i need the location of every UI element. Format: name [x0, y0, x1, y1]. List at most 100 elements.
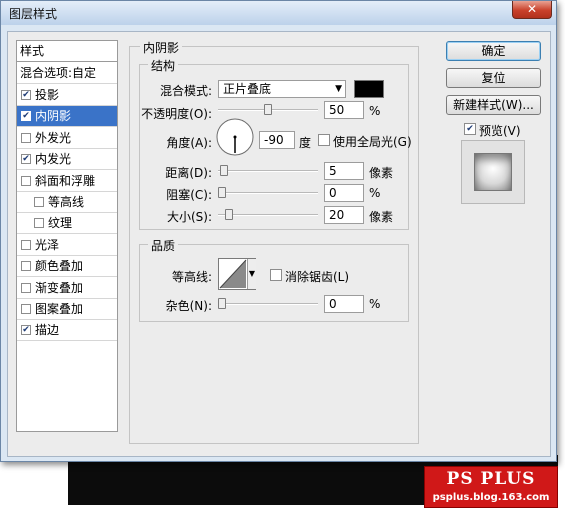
style-item-label: 纹理 — [48, 216, 73, 231]
preview-checkbox[interactable]: ✔ — [464, 123, 476, 135]
preview-label[interactable]: 预览(V) — [479, 122, 521, 139]
style-item-checkbox[interactable] — [21, 304, 31, 314]
style-item-checkbox[interactable] — [21, 282, 31, 293]
style-item[interactable]: 外发光 — [17, 128, 117, 149]
style-item-label: 斜面和浮雕 — [35, 173, 96, 188]
quality-title: 品质 — [148, 237, 179, 254]
style-item-label: 颜色叠加 — [35, 259, 84, 274]
angle-dial[interactable] — [215, 117, 255, 157]
style-item-label: 渐变叠加 — [35, 280, 84, 295]
style-item-checkbox[interactable] — [34, 197, 44, 207]
style-item[interactable]: 图案叠加 — [17, 299, 117, 320]
chevron-down-icon: ▼ — [248, 269, 256, 278]
style-item[interactable]: 斜面和浮雕 — [17, 171, 117, 192]
distance-unit: 像素 — [369, 166, 394, 180]
style-item-label: 图案叠加 — [35, 302, 84, 316]
angle-input[interactable]: -90 — [259, 131, 295, 149]
style-item-checkbox[interactable] — [34, 218, 44, 229]
structure-title: 结构 — [148, 57, 179, 74]
antialias-checkbox[interactable] — [270, 269, 282, 281]
noise-input[interactable]: 0 — [324, 295, 364, 313]
size-slider[interactable] — [218, 209, 318, 221]
styles-list-header[interactable]: 样式 — [17, 41, 117, 62]
angle-unit: 度 — [299, 136, 312, 150]
choke-input[interactable]: 0 — [324, 184, 364, 202]
style-item-checkbox[interactable] — [21, 239, 31, 250]
style-item-label: 描边 — [35, 323, 60, 338]
global-light-label[interactable]: 使用全局光(G) — [333, 133, 412, 150]
style-item-checkbox[interactable]: ✔ — [21, 90, 31, 100]
style-item-checkbox[interactable]: ✔ — [21, 154, 31, 165]
blending-options-label: 混合选项:自定 — [20, 66, 97, 80]
noise-unit: % — [369, 297, 381, 311]
opacity-input[interactable]: 50 — [324, 101, 364, 119]
blend-mode-value: 正片叠底 — [223, 82, 272, 96]
style-item[interactable]: ✔ 内阴影 — [17, 106, 117, 128]
opacity-slider-thumb[interactable] — [264, 104, 272, 115]
choke-slider-thumb[interactable] — [218, 187, 226, 198]
size-unit: 像素 — [369, 210, 394, 224]
distance-slider-thumb[interactable] — [220, 165, 228, 176]
opacity-label: 不透明度(O): — [141, 107, 212, 121]
dialog-body: 样式 混合选项:自定 ✔ 投影 ✔ 内阴影外发光 ✔ 内发光斜面和浮雕等高线纹理光泽颜色叠… — [7, 31, 551, 457]
reset-button[interactable]: 复位 — [446, 68, 541, 88]
noise-slider-thumb[interactable] — [218, 298, 226, 309]
distance-slider[interactable] — [218, 165, 318, 177]
style-item-label: 内发光 — [35, 152, 72, 167]
blending-options-item[interactable]: 混合选项:自定 — [17, 63, 117, 84]
window-title: 图层样式 — [9, 7, 58, 21]
watermark-logo: PS PLUS psplus.blog.163.com — [424, 466, 558, 508]
close-icon: ✕ — [526, 2, 538, 16]
style-item-label: 内阴影 — [35, 109, 72, 124]
shadow-color-swatch[interactable] — [354, 80, 384, 98]
new-style-button[interactable]: 新建样式(W)... — [446, 95, 541, 115]
noise-label: 杂色(N): — [165, 299, 212, 313]
choke-label: 阻塞(C): — [166, 188, 212, 202]
style-item[interactable]: 等高线 — [17, 192, 117, 213]
inner-shadow-title: 内阴影 — [140, 39, 183, 56]
watermark-url: psplus.blog.163.com — [432, 492, 550, 503]
style-item-checkbox[interactable] — [21, 261, 31, 272]
style-item[interactable]: 纹理 — [17, 213, 117, 235]
style-item-checkbox[interactable]: ✔ — [21, 111, 31, 122]
style-item-label: 光泽 — [35, 237, 60, 252]
contour-label: 等高线: — [171, 270, 212, 284]
noise-slider[interactable] — [218, 298, 318, 310]
style-item[interactable]: 颜色叠加 — [17, 256, 117, 278]
style-item-label: 投影 — [35, 88, 60, 102]
distance-label: 距离(D): — [165, 166, 212, 180]
title-bar[interactable]: 图层样式 ✕ — [1, 1, 556, 25]
size-slider-thumb[interactable] — [225, 209, 233, 220]
style-item-checkbox[interactable] — [21, 132, 31, 143]
style-item-checkbox[interactable]: ✔ — [21, 325, 31, 336]
opacity-slider[interactable] — [218, 104, 318, 116]
blend-mode-select[interactable]: 正片叠底 ▼ — [218, 80, 346, 98]
style-item[interactable]: ✔ 投影 — [17, 85, 117, 106]
styles-list: 样式 混合选项:自定 ✔ 投影 ✔ 内阴影外发光 ✔ 内发光斜面和浮雕等高线纹理光泽颜色叠… — [16, 40, 118, 432]
style-item[interactable]: 渐变叠加 — [17, 278, 117, 299]
style-item[interactable]: 光泽 — [17, 235, 117, 256]
preview-swatch — [474, 153, 512, 191]
contour-picker[interactable]: ▼ — [218, 258, 256, 290]
styles-header-label: 样式 — [20, 44, 45, 58]
global-light-checkbox[interactable] — [318, 134, 330, 146]
ok-button[interactable]: 确定 — [446, 41, 541, 61]
style-item-label: 外发光 — [35, 130, 72, 145]
size-input[interactable]: 20 — [324, 206, 364, 224]
antialias-label[interactable]: 消除锯齿(L) — [285, 268, 349, 285]
style-item-label: 等高线 — [48, 195, 85, 209]
style-item-checkbox[interactable] — [21, 175, 31, 186]
angle-label: 角度(A): — [166, 136, 212, 150]
opacity-unit: % — [369, 104, 381, 118]
style-item[interactable]: ✔ 描边 — [17, 320, 117, 342]
size-label: 大小(S): — [166, 210, 212, 224]
contour-preview-icon — [219, 259, 247, 289]
distance-input[interactable]: 5 — [324, 162, 364, 180]
contour-dropdown-arrow[interactable]: ▼ — [247, 259, 256, 289]
chevron-down-icon: ▼ — [335, 84, 342, 94]
choke-slider[interactable] — [218, 187, 318, 199]
close-button[interactable]: ✕ — [512, 1, 552, 19]
style-preview-box — [461, 140, 525, 204]
style-item[interactable]: ✔ 内发光 — [17, 149, 117, 171]
layer-style-dialog: 图层样式 ✕ 样式 混合选项:自定 ✔ 投影 ✔ 内阴影外发光 ✔ 内发光斜面和浮雕等高线… — [0, 0, 557, 462]
